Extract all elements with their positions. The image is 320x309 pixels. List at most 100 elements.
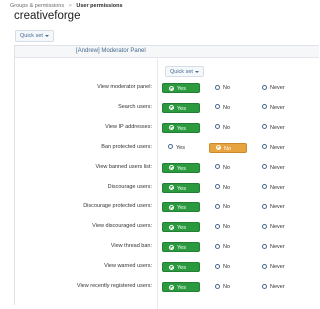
panel-title[interactable]: [Andrew] Moderator Panel <box>76 48 146 54</box>
option-never[interactable]: Never <box>256 83 301 93</box>
check-circle-icon <box>169 125 174 131</box>
option-yes[interactable]: Yes <box>162 122 200 133</box>
breadcrumb-item-user-permissions[interactable]: User permissions <box>76 3 122 9</box>
option-label: Never <box>270 144 285 151</box>
permission-label: Discourage users: <box>107 183 152 190</box>
option-no[interactable]: No <box>209 262 247 272</box>
check-circle-icon <box>169 244 174 250</box>
option-no[interactable]: No <box>209 142 247 153</box>
option-label: Yes <box>177 225 186 232</box>
option-never[interactable]: Never <box>256 123 301 133</box>
permission-label: View discouraged users: <box>92 223 152 230</box>
option-never[interactable]: Never <box>256 242 301 252</box>
option-label: Never <box>270 184 285 191</box>
radio-icon <box>215 184 220 189</box>
option-yes[interactable]: Yes <box>162 222 200 233</box>
option-yes[interactable]: Yes <box>162 242 200 253</box>
option-yes[interactable]: Yes <box>162 202 200 213</box>
radio-icon <box>262 243 267 249</box>
option-no[interactable]: No <box>209 183 247 193</box>
permission-row: View moderator panel: Yes No Never <box>15 83 319 95</box>
permission-row: View IP addresses: Yes No Never <box>15 122 319 135</box>
radio-icon <box>215 84 220 90</box>
permission-row: View recently registered users: Yes No Neve… <box>15 282 319 294</box>
radio-icon <box>215 283 220 289</box>
radio-icon <box>215 124 220 130</box>
option-never[interactable]: Never <box>256 163 301 173</box>
option-label: No <box>223 164 231 171</box>
check-circle-icon <box>169 105 174 111</box>
option-no[interactable]: No <box>209 282 247 292</box>
permission-label: View thread ban: <box>110 243 152 250</box>
option-no[interactable]: No <box>209 163 247 173</box>
option-label: No <box>223 284 231 290</box>
radio-icon <box>215 203 220 209</box>
option-label: Never <box>270 284 285 290</box>
radio-icon <box>262 164 267 170</box>
radio-icon <box>215 223 220 229</box>
option-yes[interactable]: Yes <box>162 282 200 292</box>
check-circle-icon <box>169 264 174 270</box>
breadcrumb-item-groups[interactable]: Groups & permissions <box>10 3 64 9</box>
breadcrumb: Groups & permissions > User permissions <box>10 3 123 9</box>
option-no[interactable]: No <box>209 83 247 93</box>
option-never[interactable]: Never <box>256 143 301 153</box>
option-never[interactable]: Never <box>256 103 301 113</box>
option-never[interactable]: Never <box>256 222 301 232</box>
permission-label: Ban protected users: <box>101 143 152 150</box>
option-label: Never <box>270 124 285 131</box>
option-no[interactable]: No <box>209 242 247 252</box>
radio-icon <box>215 164 220 170</box>
option-yes[interactable]: Yes <box>162 83 200 93</box>
option-no[interactable]: No <box>209 202 247 212</box>
option-label: Yes <box>177 86 186 92</box>
option-yes[interactable]: Yes <box>162 143 200 153</box>
option-label: No <box>223 244 231 251</box>
option-label: Yes <box>177 125 186 132</box>
option-never[interactable]: Never <box>256 183 301 193</box>
option-label: Never <box>270 164 285 171</box>
option-label: Yes <box>176 144 185 151</box>
option-label: Yes <box>177 165 186 172</box>
option-label: Yes <box>177 265 186 272</box>
option-label: Never <box>270 85 285 91</box>
permission-label: View moderator panel: <box>97 84 152 90</box>
option-label: Yes <box>177 205 186 212</box>
quick-set-button[interactable]: Quick set <box>15 30 54 42</box>
option-never[interactable]: Never <box>256 282 301 292</box>
option-yes[interactable]: Yes <box>162 182 200 193</box>
option-yes[interactable]: Yes <box>162 262 200 273</box>
option-label: Yes <box>177 185 186 192</box>
option-yes[interactable]: Yes <box>162 162 200 173</box>
option-label: Never <box>270 224 285 231</box>
permission-row: Ban protected users: Yes No Never <box>15 142 319 155</box>
permission-row: Discourage users: Yes No Never <box>15 182 319 195</box>
option-label: Yes <box>177 245 186 252</box>
option-yes[interactable]: Yes <box>162 102 200 113</box>
option-never[interactable]: Never <box>256 202 301 212</box>
option-never[interactable]: Never <box>256 262 301 272</box>
option-label: Never <box>270 264 285 271</box>
page-title: creativeforge <box>14 10 81 22</box>
option-no[interactable]: No <box>209 123 247 133</box>
permission-label: View recently registered users: <box>76 283 152 289</box>
permission-label: Search users: <box>118 103 152 110</box>
check-circle-icon <box>169 165 174 171</box>
permission-row: View banned users list: Yes No Never <box>15 162 319 175</box>
option-no[interactable]: No <box>209 103 247 113</box>
chevron-down-icon <box>194 70 199 73</box>
option-label: No <box>223 224 231 231</box>
permission-row: Discourage protected users: Yes No Never <box>15 202 319 214</box>
radio-icon <box>262 104 267 110</box>
permission-row: View warned users: Yes No Never <box>15 262 319 274</box>
permission-row: View thread ban: Yes No Never <box>15 242 319 254</box>
radio-icon <box>262 184 267 189</box>
panel-quick-set-label: Quick set <box>170 69 193 75</box>
radio-icon <box>262 223 267 229</box>
option-no[interactable]: No <box>209 222 247 232</box>
panel-quick-set-button[interactable]: Quick set <box>165 66 204 77</box>
chevron-down-icon <box>44 34 49 37</box>
check-circle-icon <box>216 145 221 151</box>
radio-icon <box>262 84 267 90</box>
permission-label: View warned users: <box>104 263 152 270</box>
